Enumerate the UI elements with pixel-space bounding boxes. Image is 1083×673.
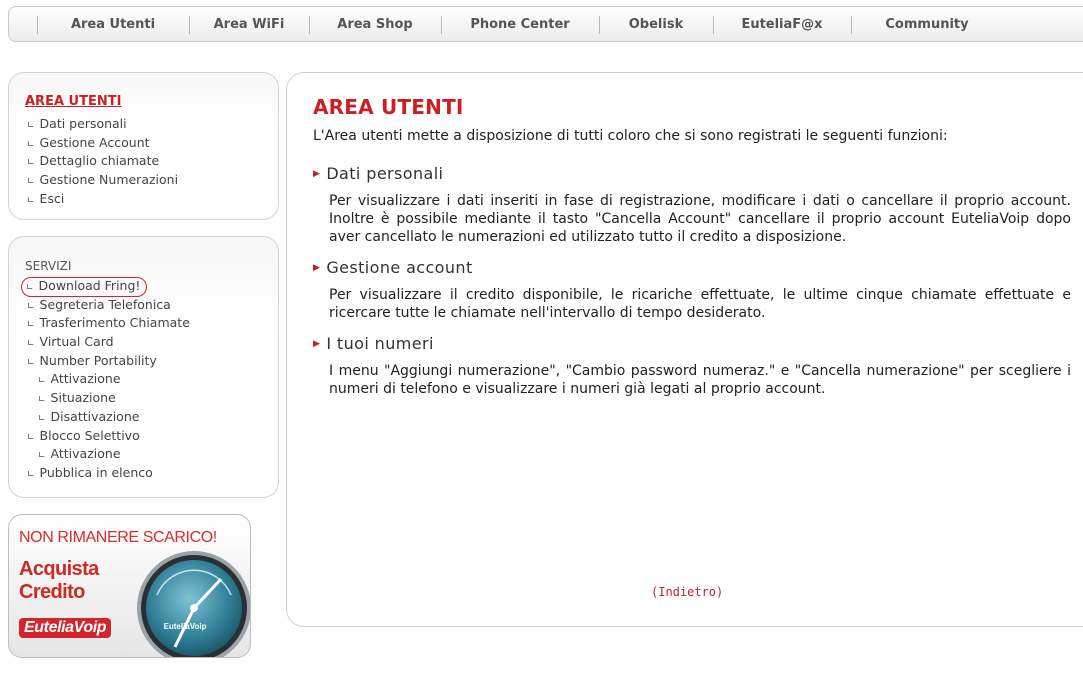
arrow-corner-icon: ∟: [27, 139, 35, 150]
back-link[interactable]: (Indietro): [651, 585, 723, 599]
intro-text: L'Area utenti mette a disposizione di tu…: [313, 128, 948, 144]
gauge-label: EuteliaVoip: [164, 622, 207, 631]
menu-item-esci[interactable]: ∟ Esci: [27, 190, 178, 209]
highlight-circle: ∟ Download Fring!: [21, 277, 148, 297]
menu-item-number-portability[interactable]: ∟ Number Portability: [27, 352, 190, 371]
menu-item-label: Situazione: [50, 390, 116, 406]
menu-item-label: Dettaglio chiamate: [39, 153, 160, 169]
servizi-menu-box: SERVIZI ∟ Download Fring! ∟ Segreteria Tel…: [8, 236, 279, 498]
menu-item-np-disattivazione[interactable]: ∟ Disattivazione: [27, 408, 190, 427]
promo-line-acquista: Acquista: [19, 558, 99, 580]
menu-item-virtual-card[interactable]: ∟ Virtual Card: [27, 333, 190, 352]
promo-banner-acquista-credito[interactable]: NON RIMANERE SCARICO! Acquista Credito E…: [8, 514, 251, 658]
section-title-dati-personali: ▶ Dati personali: [313, 164, 1071, 183]
arrow-corner-icon: ∟: [38, 451, 46, 462]
section-title-i-tuoi-numeri: ▶ I tuoi numeri: [313, 334, 1071, 353]
area-utenti-menu-box: AREA UTENTI ∟ Dati personali ∟ Gestione Ac…: [8, 72, 279, 220]
arrow-corner-icon: ∟: [38, 376, 46, 387]
menu-item-dati-personali[interactable]: ∟ Dati personali: [27, 115, 178, 134]
area-utenti-menu-list: ∟ Dati personali ∟ Gestione Account ∟ Detta…: [27, 115, 178, 208]
arrow-corner-icon: ∟: [27, 339, 35, 350]
nav-phone-center[interactable]: Phone Center: [441, 7, 599, 41]
menu-item-label: Trasferimento Chiamate: [39, 315, 190, 331]
menu-item-bs-attivazione[interactable]: ∟ Attivazione: [27, 445, 190, 464]
servizi-menu-list: ∟ Download Fring! ∟ Segreteria Telefonica …: [21, 277, 190, 483]
menu-item-label: Dati personali: [39, 116, 127, 131]
menu-item-dettaglio-chiamate[interactable]: ∟ Dettaglio chiamate: [27, 152, 178, 171]
section-title-text: Dati personali: [326, 164, 444, 183]
arrow-corner-icon: ∟: [38, 395, 46, 406]
arrow-corner-icon: ∟: [27, 158, 35, 169]
menu-item-label: Download Fring!: [38, 278, 141, 293]
main-content-inner: AREA UTENTI L'Area utenti mette a dispos…: [313, 95, 1071, 398]
area-utenti-menu-title[interactable]: AREA UTENTI: [25, 94, 121, 109]
menu-item-np-situazione[interactable]: ∟ Situazione: [27, 389, 190, 408]
menu-item-label: Attivazione: [50, 371, 121, 387]
menu-item-trasferimento-chiamate[interactable]: ∟ Trasferimento Chiamate: [27, 314, 190, 333]
nav-community[interactable]: Community: [851, 7, 1003, 41]
arrow-corner-icon: ∟: [27, 121, 35, 131]
promo-headline: NON RIMANERE SCARICO!: [19, 529, 217, 546]
arrow-corner-icon: ∟: [26, 283, 34, 293]
menu-item-label: Disattivazione: [50, 408, 140, 424]
nav-area-utenti[interactable]: Area Utenti: [37, 7, 189, 41]
section-title-text: I tuoi numeri: [326, 334, 434, 353]
nav-area-wifi[interactable]: Area WiFi: [189, 7, 309, 41]
main-content-panel: AREA UTENTI L'Area utenti mette a dispos…: [286, 72, 1083, 627]
menu-item-np-attivazione[interactable]: ∟ Attivazione: [27, 370, 190, 389]
arrow-corner-icon: ∟: [27, 195, 35, 206]
arrow-corner-icon: ∟: [27, 320, 35, 331]
arrow-corner-icon: ∟: [27, 469, 35, 480]
section-title-gestione-account: ▶ Gestione account: [313, 258, 1071, 277]
menu-item-label: Blocco Selettivo: [39, 427, 140, 443]
promo-line-credito: Credito: [19, 581, 85, 603]
menu-item-pubblica-in-elenco[interactable]: ∟ Pubblica in elenco: [27, 464, 190, 483]
menu-item-label: Esci: [39, 190, 65, 206]
menu-item-label: Number Portability: [39, 352, 157, 368]
menu-item-segreteria-telefonica[interactable]: ∟ Segreteria Telefonica: [27, 296, 190, 315]
menu-item-download-fring[interactable]: ∟ Download Fring!: [21, 277, 190, 297]
arrow-corner-icon: ∟: [27, 357, 35, 368]
menu-item-label: Segreteria Telefonica: [39, 296, 171, 312]
menu-item-label: Gestione Numerazioni: [39, 172, 179, 188]
nav-euteliafax[interactable]: EuteliaF@x: [713, 7, 851, 41]
arrow-corner-icon: ∟: [38, 413, 46, 424]
promo-brand-badge: EuteliaVoip: [19, 618, 112, 638]
triangle-bullet-icon: ▶: [313, 338, 321, 349]
page-title: AREA UTENTI: [313, 95, 464, 119]
triangle-bullet-icon: ▶: [313, 262, 321, 273]
nav-lead-spacer: [9, 7, 37, 41]
menu-item-gestione-numerazioni[interactable]: ∟ Gestione Numerazioni: [27, 171, 178, 190]
menu-item-gestione-account[interactable]: ∟ Gestione Account: [27, 134, 178, 153]
gauge-icon: EuteliaVoip: [137, 551, 250, 657]
menu-item-blocco-selettivo[interactable]: ∟ Blocco Selettivo: [27, 427, 190, 446]
servizi-heading: SERVIZI: [25, 259, 72, 273]
nav-obelisk[interactable]: Obelisk: [599, 7, 713, 41]
menu-item-label: Attivazione: [50, 446, 121, 462]
menu-item-label: Gestione Account: [39, 134, 150, 150]
menu-item-label: Virtual Card: [39, 334, 114, 350]
arrow-corner-icon: ∟: [27, 177, 35, 188]
triangle-bullet-icon: ▶: [313, 168, 321, 179]
section-body-gestione-account: Per visualizzare il credito disponibile,…: [329, 287, 1071, 321]
section-title-text: Gestione account: [326, 258, 473, 277]
section-body-dati-personali: Per visualizzare i dati inseriti in fase…: [329, 193, 1071, 245]
section-body-i-tuoi-numeri: I menu "Aggiungi numerazione", "Cambio p…: [329, 363, 1071, 397]
nav-area-shop[interactable]: Area Shop: [309, 7, 441, 41]
arrow-corner-icon: ∟: [27, 301, 35, 312]
menu-item-label: Pubblica in elenco: [39, 464, 153, 480]
top-navigation-bar: Area Utenti Area WiFi Area Shop Phone Ce…: [8, 6, 1083, 42]
arrow-corner-icon: ∟: [27, 432, 35, 443]
